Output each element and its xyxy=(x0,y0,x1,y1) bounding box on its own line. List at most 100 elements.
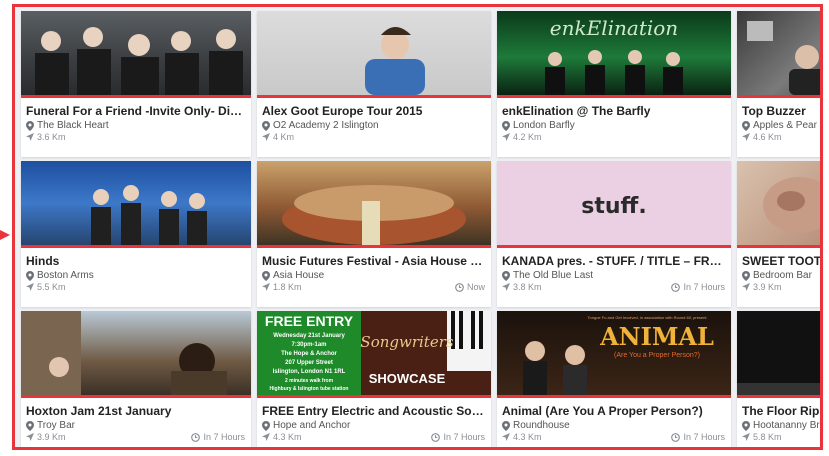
event-title[interactable]: enkElination @ The Barfly xyxy=(502,104,725,118)
events-grid: Funeral For a Friend -Invite Only- Disti… xyxy=(21,11,820,447)
event-card[interactable]: stuff. KANADA pres. - STUFF. / TITLE – F… xyxy=(497,161,731,307)
event-card[interactable]: Hoxton Jam 21st January Troy Bar 3.9 Km … xyxy=(21,311,251,447)
artist-photo-image xyxy=(747,21,820,95)
event-card[interactable]: Top Buzzer Apples & Pear 4.6 Km xyxy=(737,11,820,157)
venue-name: Hope and Anchor xyxy=(273,420,351,431)
navigation-arrow-icon xyxy=(262,133,270,141)
venue-name: The Black Heart xyxy=(37,120,109,131)
band-photo-image xyxy=(35,27,243,95)
distance: 5.8 Km xyxy=(753,432,782,442)
start-time: In 7 Hours xyxy=(683,432,725,442)
distance: 4.3 Km xyxy=(513,432,542,442)
event-card[interactable]: FREE ENTRY Wednesday 21st January 7:30pm… xyxy=(257,311,491,447)
event-thumbnail: Tongue Fu and Get Involved, in associati… xyxy=(497,311,731,398)
event-meta: 4.2 Km xyxy=(502,132,725,142)
event-meta: 4 Km xyxy=(262,132,485,142)
clock-icon xyxy=(431,432,441,442)
venue-name: Asia House xyxy=(273,270,325,281)
poster-headline: FREE ENTRY xyxy=(265,313,354,329)
event-venue: Apples & Pear xyxy=(742,120,820,131)
event-title[interactable]: Animal (Are You A Proper Person?) xyxy=(502,404,725,418)
venue-name: O2 Academy 2 Islington xyxy=(273,120,379,131)
venue-name: Bedroom Bar xyxy=(753,270,812,281)
event-title[interactable]: Hoxton Jam 21st January xyxy=(26,404,245,418)
event-title[interactable]: The Floor Rippe xyxy=(742,404,820,418)
clock-icon xyxy=(671,282,681,292)
event-card[interactable]: Alex Goot Europe Tour 2015 O2 Academy 2 … xyxy=(257,11,491,157)
event-photo-image xyxy=(21,311,227,395)
navigation-arrow-icon xyxy=(502,133,510,141)
event-meta: 4.6 Km xyxy=(742,132,820,142)
event-logo-image: stuff. xyxy=(581,194,646,219)
artist-photo-image xyxy=(365,27,425,95)
map-pin-icon xyxy=(502,420,510,431)
event-title[interactable]: FREE Entry Electric and Acoustic Songwri… xyxy=(262,404,485,418)
event-card[interactable]: enkElination enkElination @ The Barfly L… xyxy=(497,11,731,157)
distance: 3.9 Km xyxy=(37,432,66,442)
start-time: In 7 Hours xyxy=(203,432,245,442)
event-title[interactable]: Alex Goot Europe Tour 2015 xyxy=(262,104,485,118)
event-venue: Roundhouse xyxy=(502,420,725,431)
poster-line: 207 Upper Street xyxy=(285,360,333,366)
event-venue: Hootananny Br xyxy=(742,420,820,431)
clock-icon xyxy=(191,432,201,442)
event-meta: 5.5 Km xyxy=(26,282,245,292)
navigation-arrow-icon xyxy=(26,433,34,441)
band-photo-image: enkElination xyxy=(545,16,683,95)
venue-name: Roundhouse xyxy=(513,420,570,431)
map-pin-icon xyxy=(262,120,270,131)
event-thumbnail xyxy=(737,161,820,248)
event-card[interactable]: Hinds Boston Arms 5.5 Km xyxy=(21,161,251,307)
event-venue: The Old Blue Last xyxy=(502,270,725,281)
event-photo-image xyxy=(737,383,820,395)
navigation-arrow-icon xyxy=(502,433,510,441)
pointer-arrow-icon xyxy=(0,230,10,240)
event-poster-image: Tongue Fu and Get Involved, in associati… xyxy=(523,315,714,395)
venue-name: Hootananny Br xyxy=(753,420,820,431)
map-pin-icon xyxy=(502,270,510,281)
navigation-arrow-icon xyxy=(262,433,270,441)
poster-line: Islington, London N1 1RL xyxy=(273,369,346,375)
navigation-arrow-icon xyxy=(742,283,750,291)
distance: 4.6 Km xyxy=(753,132,782,142)
event-title[interactable]: Hinds xyxy=(26,254,245,268)
event-meta: 3.6 Km xyxy=(26,132,245,142)
navigation-arrow-icon xyxy=(502,283,510,291)
event-card[interactable]: The Floor Rippe Hootananny Br 5.8 Km xyxy=(737,311,820,447)
event-title[interactable]: Funeral For a Friend -Invite Only- Disti… xyxy=(26,104,245,118)
event-card[interactable]: Funeral For a Friend -Invite Only- Disti… xyxy=(21,11,251,157)
event-venue: Troy Bar xyxy=(26,420,245,431)
navigation-arrow-icon xyxy=(26,133,34,141)
event-venue: O2 Academy 2 Islington xyxy=(262,120,485,131)
event-meta: 4.3 Km In 7 Hours xyxy=(502,432,725,442)
start-time: In 7 Hours xyxy=(443,432,485,442)
map-pin-icon xyxy=(262,270,270,281)
event-card[interactable]: SWEET TOOTH - Bedroom Bar 3.9 Km xyxy=(737,161,820,307)
poster-top-line: Tongue Fu and Get Involved, in associati… xyxy=(588,315,708,320)
map-pin-icon xyxy=(502,120,510,131)
map-pin-icon xyxy=(262,420,270,431)
event-meta: 5.8 Km xyxy=(742,432,820,442)
navigation-arrow-icon xyxy=(26,283,34,291)
map-pin-icon xyxy=(742,270,750,281)
poster-line: 7:30pm-1am xyxy=(291,342,326,348)
event-title[interactable]: Music Futures Festival - Asia House Lon.… xyxy=(262,254,485,268)
poster-line: The Hope & Anchor xyxy=(281,351,337,357)
poster-line: Highbury & Islington tube station xyxy=(270,386,349,392)
event-card[interactable]: Music Futures Festival - Asia House Lon.… xyxy=(257,161,491,307)
event-title[interactable]: KANADA pres. - STUFF. / TITLE – FREE EN.… xyxy=(502,254,725,268)
event-title[interactable]: SWEET TOOTH - xyxy=(742,254,820,268)
event-meta: 4.3 Km In 7 Hours xyxy=(262,432,485,442)
event-title[interactable]: Top Buzzer xyxy=(742,104,820,118)
map-pin-icon xyxy=(26,420,34,431)
event-thumbnail xyxy=(21,161,251,248)
event-photo-image xyxy=(763,177,820,233)
events-grid-highlight: Funeral For a Friend -Invite Only- Disti… xyxy=(12,4,823,450)
navigation-arrow-icon xyxy=(742,433,750,441)
poster-line: 2 minutes walk from xyxy=(285,378,334,384)
poster-line: Wednesday 21st January xyxy=(273,333,345,339)
event-card[interactable]: Tongue Fu and Get Involved, in associati… xyxy=(497,311,731,447)
event-venue: Hope and Anchor xyxy=(262,420,485,431)
venue-name: London Barfly xyxy=(513,120,575,131)
event-thumbnail xyxy=(257,161,491,248)
